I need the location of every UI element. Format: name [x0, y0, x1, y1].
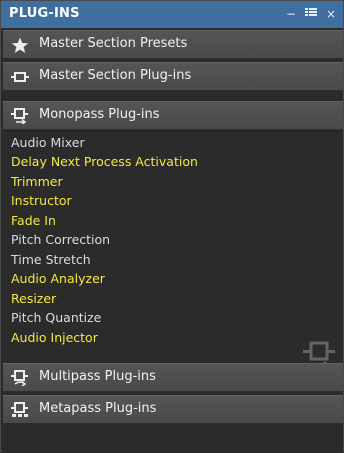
section-label: Master Section Plug-ins [39, 68, 192, 83]
section-monopass-plugins[interactable]: Monopass Plug-ins [3, 101, 343, 130]
list-item-audio-analyzer[interactable]: Audio Analyzer [11, 271, 105, 287]
multipass-plugin-icon [11, 370, 29, 387]
star-icon [11, 37, 29, 53]
close-icon[interactable]: × [323, 5, 339, 23]
panel-titlebar: PLUG-INS − × [1, 1, 343, 28]
list-item-audio-mixer[interactable]: Audio Mixer [11, 135, 85, 151]
monopass-plugin-icon [11, 108, 29, 125]
panel-menu-icon[interactable] [303, 5, 319, 23]
section-label: Master Section Presets [39, 36, 188, 51]
list-item-fade-in[interactable]: Fade In [11, 213, 56, 229]
list-item-pitch-quantize[interactable]: Pitch Quantize [11, 310, 101, 326]
list-item-instructor[interactable]: Instructor [11, 193, 72, 209]
section-label: Multipass Plug-ins [39, 369, 156, 384]
monopass-plugin-list: Audio Mixer Delay Next Process Activatio… [3, 131, 343, 371]
list-item-time-stretch[interactable]: Time Stretch [11, 252, 91, 268]
list-item-audio-injector[interactable]: Audio Injector [11, 330, 98, 346]
list-item-delay-next-process-activation[interactable]: Delay Next Process Activation [11, 154, 198, 170]
section-multipass-plugins[interactable]: Multipass Plug-ins [3, 363, 343, 392]
list-item-resizer[interactable]: Resizer [11, 291, 56, 307]
metapass-plugin-icon [11, 402, 29, 418]
section-label: Monopass Plug-ins [39, 107, 160, 122]
plugin-connector-icon [11, 69, 29, 85]
section-master-section-presets[interactable]: Master Section Presets [3, 30, 343, 59]
panel-title: PLUG-INS [9, 6, 80, 21]
list-item-trimmer[interactable]: Trimmer [11, 174, 63, 190]
plugins-panel: PLUG-INS − × Master Section Presets Mast… [0, 0, 344, 453]
section-label: Metapass Plug-ins [39, 401, 157, 416]
section-master-section-plugins[interactable]: Master Section Plug-ins [3, 62, 343, 91]
section-metapass-plugins[interactable]: Metapass Plug-ins [3, 395, 343, 424]
minimize-icon[interactable]: − [283, 5, 299, 23]
list-item-pitch-correction[interactable]: Pitch Correction [11, 232, 110, 248]
panel-bottom-area [3, 425, 343, 453]
